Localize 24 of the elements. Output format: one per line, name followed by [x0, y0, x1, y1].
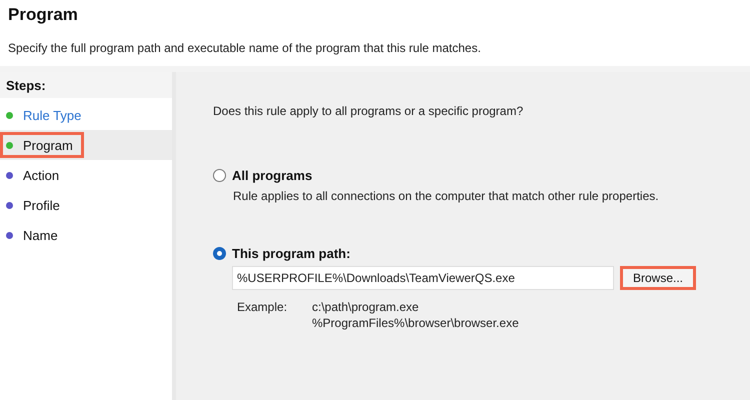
page-subtitle: Specify the full program path and executable name of the program that this rule matches.	[8, 41, 482, 55]
option-description: Rule applies to all connections on the computer that match other rule properties.	[233, 189, 660, 203]
example-label: Example:	[237, 300, 288, 316]
example-path: %ProgramFiles%\browser\browser.exe	[312, 316, 519, 330]
step-item[interactable]: Profile	[0, 190, 172, 220]
page-title: Program	[8, 5, 79, 25]
step-item[interactable]: Name	[0, 220, 172, 250]
question-text: Does this rule apply to all programs or a specific program?	[213, 104, 524, 118]
step-label: Rule Type	[23, 108, 82, 122]
option-label: This program path:	[232, 246, 350, 261]
option-label: All programs	[232, 168, 312, 183]
step-item[interactable]: Program	[0, 130, 172, 160]
steps-heading: Steps:	[0, 72, 172, 98]
step-label: Action	[23, 168, 60, 182]
path-input-field[interactable]: %USERPROFILE%\Downloads\TeamViewerQS.exe	[232, 266, 614, 290]
step-item[interactable]: Rule Type	[0, 100, 172, 130]
browse-button[interactable]: Browse...	[620, 266, 696, 290]
radio-button[interactable]	[213, 247, 226, 260]
example-path: c:\path\program.exe	[312, 300, 420, 314]
step-label: Name	[23, 228, 58, 242]
radio-button[interactable]	[213, 169, 226, 182]
step-item[interactable]: Action	[0, 160, 172, 190]
step-label: Profile	[23, 198, 60, 212]
step-label: Program	[23, 138, 73, 152]
